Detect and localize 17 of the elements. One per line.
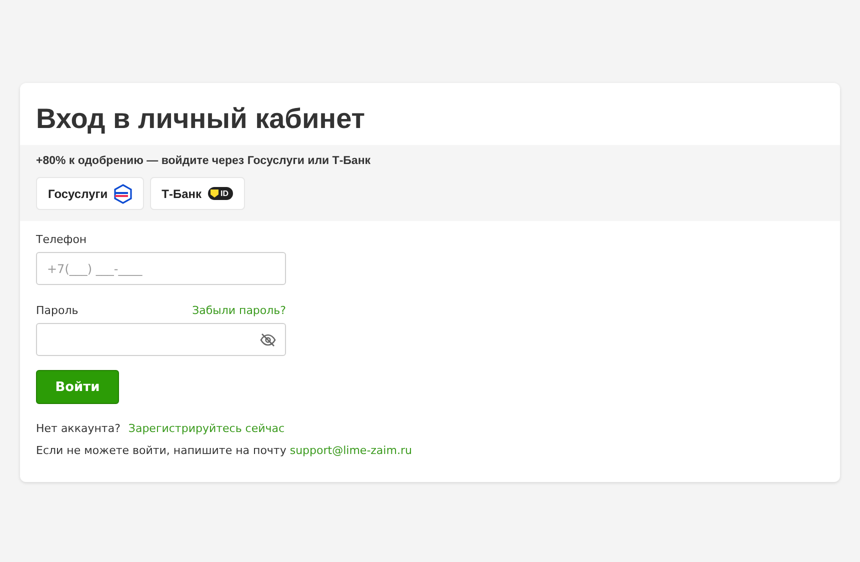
support-email-link[interactable]: support@lime-zaim.ru	[290, 444, 412, 457]
password-field[interactable]	[36, 323, 286, 356]
login-provider-button[interactable]: Госуслуги	[36, 177, 144, 210]
forgot-password-link[interactable]: Забыли пароль?	[192, 304, 286, 317]
page-title: Вход в личный кабинет	[35, 102, 366, 136]
password-label: Пароль	[36, 304, 78, 317]
phone-label: Телефон	[36, 233, 87, 246]
id-badge: ID	[208, 187, 233, 200]
hexagon-logo-icon	[114, 184, 132, 204]
register-link[interactable]: Зарегистрируйтесь сейчас	[128, 422, 285, 435]
hidden-eye-icon[interactable]	[260, 333, 276, 347]
no-account-text: Нет аккаунта?	[36, 422, 120, 435]
login-button[interactable]: Войти	[36, 370, 119, 404]
login-provider-button[interactable]: Т-Банк ID	[150, 177, 245, 210]
promo-text: +80% к одобрению — войдите через Госуслуги или Т-Банк	[36, 155, 372, 167]
phone-field[interactable]: +7(___) ___-____	[36, 252, 286, 285]
support-text: Если не можете войти, напишите на почту support@lime-zaim.ru	[36, 444, 412, 457]
